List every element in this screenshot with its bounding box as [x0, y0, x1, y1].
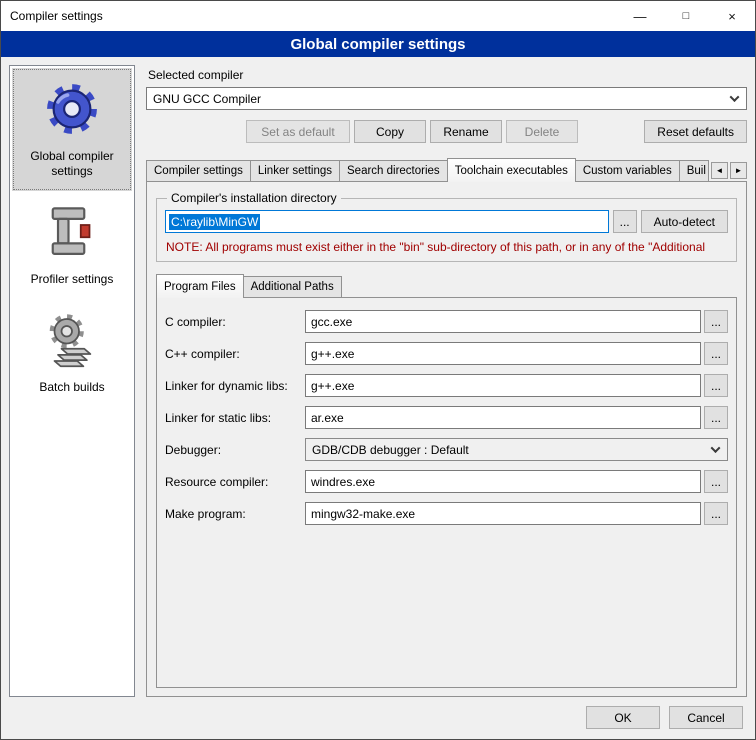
- resource-compiler-browse-button[interactable]: ...: [704, 470, 728, 493]
- close-icon: ×: [728, 9, 736, 24]
- chevron-down-icon: [730, 92, 740, 102]
- install-dir-input[interactable]: C:\raylib\MinGW: [165, 210, 609, 233]
- minimize-button[interactable]: —: [617, 1, 663, 31]
- profiler-tool-icon: [44, 204, 100, 260]
- install-dir-browse-button[interactable]: ...: [613, 210, 637, 233]
- cpp-compiler-input[interactable]: [305, 342, 701, 365]
- make-program-label: Make program:: [165, 507, 305, 521]
- install-dir-row: C:\raylib\MinGW ... Auto-detect: [165, 210, 728, 233]
- field-row-debugger: Debugger: GDB/CDB debugger : Default: [165, 438, 728, 461]
- c-compiler-input[interactable]: [305, 310, 701, 333]
- debugger-select[interactable]: GDB/CDB debugger : Default: [305, 438, 728, 461]
- cpp-compiler-label: C++ compiler:: [165, 347, 305, 361]
- set-as-default-button[interactable]: Set as default: [246, 120, 350, 143]
- tab-linker-settings[interactable]: Linker settings: [250, 160, 340, 181]
- reset-defaults-button[interactable]: Reset defaults: [644, 120, 747, 143]
- tab-toolchain-executables[interactable]: Toolchain executables: [447, 158, 576, 182]
- field-row-make-program: Make program: ...: [165, 502, 728, 525]
- tab-search-directories[interactable]: Search directories: [339, 160, 448, 181]
- c-compiler-label: C compiler:: [165, 315, 305, 329]
- field-row-dynamic-linker: Linker for dynamic libs: ...: [165, 374, 728, 397]
- main-area: Selected compiler GNU GCC Compiler Set a…: [146, 65, 747, 697]
- tab-scroll-right-button[interactable]: ►: [730, 162, 747, 179]
- compiler-select[interactable]: GNU GCC Compiler: [146, 87, 747, 110]
- static-linker-browse-button[interactable]: ...: [704, 406, 728, 429]
- toolchain-executables-panel: Compiler's installation directory C:\ray…: [146, 181, 747, 697]
- install-dir-value: C:\raylib\MinGW: [169, 214, 260, 230]
- compiler-select-value: GNU GCC Compiler: [153, 92, 261, 106]
- field-row-c-compiler: C compiler: ...: [165, 310, 728, 333]
- dialog-body: Global compiler settings Profiler settin…: [1, 57, 755, 701]
- resource-compiler-label: Resource compiler:: [165, 475, 305, 489]
- resource-compiler-input[interactable]: [305, 470, 701, 493]
- static-linker-label: Linker for static libs:: [165, 411, 305, 425]
- titlebar[interactable]: Compiler settings — □ ×: [1, 1, 755, 31]
- note-text: NOTE: All programs must exist either in …: [166, 240, 727, 254]
- program-files-tabbar: Program Files Additional Paths: [156, 274, 737, 297]
- debugger-select-value: GDB/CDB debugger : Default: [312, 443, 469, 457]
- tab-build-options[interactable]: Buil: [679, 160, 709, 181]
- subtab-program-files[interactable]: Program Files: [156, 274, 244, 298]
- c-compiler-browse-button[interactable]: ...: [704, 310, 728, 333]
- tab-custom-variables[interactable]: Custom variables: [575, 160, 680, 181]
- sidebar-item-batch-builds[interactable]: Batch builds: [12, 299, 132, 407]
- window-controls: — □ ×: [617, 1, 755, 31]
- compiler-actions: Set as default Copy Rename Delete Reset …: [146, 120, 747, 143]
- dynamic-linker-input[interactable]: [305, 374, 701, 397]
- minimize-icon: —: [634, 9, 647, 24]
- static-linker-input[interactable]: [305, 406, 701, 429]
- dynamic-linker-label: Linker for dynamic libs:: [165, 379, 305, 393]
- blue-gear-icon: [44, 81, 100, 137]
- window-title: Compiler settings: [1, 9, 617, 23]
- autodetect-button[interactable]: Auto-detect: [641, 210, 728, 233]
- install-dir-group-title: Compiler's installation directory: [167, 191, 341, 205]
- debugger-label: Debugger:: [165, 443, 305, 457]
- batch-gear-stack-icon: [44, 312, 100, 368]
- dynamic-linker-browse-button[interactable]: ...: [704, 374, 728, 397]
- cancel-button[interactable]: Cancel: [669, 706, 743, 729]
- tab-compiler-settings[interactable]: Compiler settings: [146, 160, 251, 181]
- close-button[interactable]: ×: [709, 1, 755, 31]
- ok-button[interactable]: OK: [586, 706, 660, 729]
- banner-title: Global compiler settings: [1, 31, 755, 57]
- dialog-footer: OK Cancel: [1, 701, 755, 739]
- subtab-additional-paths[interactable]: Additional Paths: [243, 276, 342, 297]
- copy-button[interactable]: Copy: [354, 120, 426, 143]
- maximize-button[interactable]: □: [663, 1, 709, 31]
- make-program-input[interactable]: [305, 502, 701, 525]
- sidebar-item-label: Global compiler settings: [15, 149, 129, 179]
- field-row-static-linker: Linker for static libs: ...: [165, 406, 728, 429]
- tab-scroll-left-button[interactable]: ◄: [711, 162, 728, 179]
- sidebar-item-label: Batch builds: [39, 380, 104, 395]
- cpp-compiler-browse-button[interactable]: ...: [704, 342, 728, 365]
- compiler-settings-window: Compiler settings — □ × Global compiler …: [0, 0, 756, 740]
- selected-compiler-label: Selected compiler: [148, 68, 747, 82]
- program-files-panel: C compiler: ... C++ compiler: ... Linker…: [156, 297, 737, 688]
- sidebar-item-profiler-settings[interactable]: Profiler settings: [12, 191, 132, 299]
- install-dir-group: Compiler's installation directory C:\ray…: [156, 191, 737, 262]
- sidebar-item-global-compiler-settings[interactable]: Global compiler settings: [12, 68, 132, 191]
- make-program-browse-button[interactable]: ...: [704, 502, 728, 525]
- sidebar-item-label: Profiler settings: [31, 272, 114, 287]
- tab-scroll-controls: ◄ ►: [708, 162, 747, 181]
- maximize-icon: □: [683, 10, 690, 22]
- field-row-cpp-compiler: C++ compiler: ...: [165, 342, 728, 365]
- delete-button[interactable]: Delete: [506, 120, 578, 143]
- category-sidebar: Global compiler settings Profiler settin…: [9, 65, 135, 697]
- rename-button[interactable]: Rename: [430, 120, 502, 143]
- field-row-resource-compiler: Resource compiler: ...: [165, 470, 728, 493]
- settings-tabbar: Compiler settings Linker settings Search…: [146, 158, 747, 181]
- chevron-down-icon: [711, 443, 721, 453]
